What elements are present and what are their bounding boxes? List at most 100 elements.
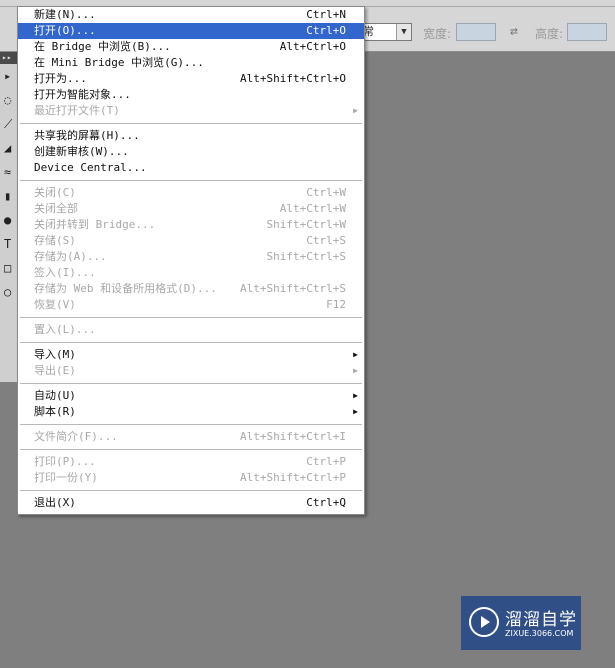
style-select[interactable]: 常 ▼ (360, 23, 412, 41)
menu-item: 导出(E) ▶ (18, 363, 364, 379)
tools-panel-header[interactable]: ▸▸ (0, 52, 17, 64)
menu-item-label: 打开为智能对象... (34, 88, 131, 101)
menu-item: 打印一份(Y) Alt+Shift+Ctrl+P (18, 470, 364, 486)
menu-item-shortcut: Ctrl+P (306, 455, 346, 468)
menu-item-label: 存储(S) (34, 234, 76, 247)
watermark-url: ZIXUE.3066.COM (505, 629, 574, 638)
menu-item: 打印(P)... Ctrl+P (18, 454, 364, 470)
menu-item-label: 创建新审核(W)... (34, 145, 129, 158)
menu-item[interactable]: 退出(X) Ctrl+Q (18, 495, 364, 511)
menu-item[interactable]: 在 Mini Bridge 中浏览(G)... (18, 55, 364, 71)
width-label: 宽度: (423, 27, 452, 41)
menu-item[interactable]: 新建(N)... Ctrl+N (18, 7, 364, 23)
menu-item-label: 打印(P)... (34, 455, 96, 468)
menu-item-label: 恢复(V) (34, 298, 76, 311)
menu-item-label: 关闭(C) (34, 186, 76, 199)
menu-item-shortcut: Alt+Shift+Ctrl+S (240, 282, 346, 295)
history-brush-icon[interactable]: ≈ (0, 160, 17, 184)
menu-item-shortcut: Alt+Shift+Ctrl+O (240, 72, 346, 85)
menu-item-label: 关闭全部 (34, 202, 78, 215)
shape-tool-icon[interactable]: □ (0, 256, 17, 280)
swap-icon[interactable]: ⇄ (510, 24, 518, 39)
menu-item-label: 脚本(R) (34, 405, 76, 418)
width-input[interactable] (456, 23, 496, 41)
menu-item-shortcut: Alt+Shift+Ctrl+I (240, 430, 346, 443)
menu-item-shortcut: Ctrl+O (306, 24, 346, 37)
menu-separator (18, 379, 364, 388)
menu-item[interactable]: 打开为智能对象... (18, 87, 364, 103)
menu-item: 最近打开文件(T) ▶ (18, 103, 364, 119)
menu-separator (18, 486, 364, 495)
zoom-tool-icon[interactable]: ○ (0, 280, 17, 304)
menu-item-label: 新建(N)... (34, 8, 96, 21)
type-tool-icon[interactable]: T (0, 232, 17, 256)
menu-item-label: 在 Bridge 中浏览(B)... (34, 40, 171, 53)
play-icon (469, 607, 499, 637)
menu-item-label: 自动(U) (34, 389, 76, 402)
submenu-arrow-icon: ▶ (353, 350, 358, 359)
menu-item-shortcut: Alt+Ctrl+O (279, 40, 346, 53)
menu-item-label: 共享我的屏幕(H)... (34, 129, 140, 142)
file-menu-dropdown: 新建(N)... Ctrl+N 打开(O)... Ctrl+O 在 Bridge 中浏览… (17, 6, 365, 515)
lasso-tool-icon[interactable]: ◌ (0, 88, 17, 112)
menu-item: 存储(S) Ctrl+S (18, 233, 364, 249)
menu-item-shortcut: Alt+Shift+Ctrl+P (240, 471, 346, 484)
menu-item-label: 文件简介(F)... (34, 430, 118, 443)
menu-item: 关闭(C) Ctrl+W (18, 185, 364, 201)
menu-item-shortcut: Ctrl+N (306, 8, 346, 21)
menu-item-shortcut: Shift+Ctrl+W (266, 218, 346, 231)
menu-item-label: 导入(M) (34, 348, 76, 361)
submenu-arrow-icon: ▶ (353, 391, 358, 400)
tools-panel: ▸▸ ▸ ◌ ⟋ ◢ ≈ ▮ ● T □ ○ (0, 52, 18, 382)
gradient-tool-icon[interactable]: ▮ (0, 184, 17, 208)
menu-item-label: 置入(L)... (34, 323, 96, 336)
move-tool-icon[interactable]: ▸ (0, 64, 17, 88)
menu-item-shortcut: Ctrl+S (306, 234, 346, 247)
submenu-arrow-icon: ▶ (353, 366, 358, 375)
menu-item[interactable]: 共享我的屏幕(H)... (18, 128, 364, 144)
menu-item[interactable]: Device Central... (18, 160, 364, 176)
menu-item: 存储为 Web 和设备所用格式(D)... Alt+Shift+Ctrl+S (18, 281, 364, 297)
menu-item-label: 退出(X) (34, 496, 76, 509)
menu-item[interactable]: 打开(O)... Ctrl+O (18, 23, 364, 39)
menu-item-label: 关闭并转到 Bridge... (34, 218, 156, 231)
menu-separator (18, 445, 364, 454)
menu-item-shortcut: F12 (326, 298, 346, 311)
menu-item: 关闭并转到 Bridge... Shift+Ctrl+W (18, 217, 364, 233)
menu-separator (18, 119, 364, 128)
submenu-arrow-icon: ▶ (353, 106, 358, 115)
submenu-arrow-icon: ▶ (353, 407, 358, 416)
menu-separator (18, 338, 364, 347)
menu-item: 置入(L)... (18, 322, 364, 338)
menu-item[interactable]: 脚本(R) ▶ (18, 404, 364, 420)
menu-separator (18, 420, 364, 429)
height-label: 高度: (535, 27, 564, 41)
menu-item-label: Device Central... (34, 161, 147, 174)
menu-item-label: 导出(E) (34, 364, 76, 377)
menu-item-label: 签入(I)... (34, 266, 96, 279)
menu-item[interactable]: 在 Bridge 中浏览(B)... Alt+Ctrl+O (18, 39, 364, 55)
menu-item-shortcut: Alt+Ctrl+W (279, 202, 346, 215)
menu-item: 恢复(V) F12 (18, 297, 364, 313)
menu-item: 关闭全部 Alt+Ctrl+W (18, 201, 364, 217)
menu-item[interactable]: 打开为... Alt+Shift+Ctrl+O (18, 71, 364, 87)
menu-item-shortcut: Shift+Ctrl+S (266, 250, 346, 263)
brush-tool-icon[interactable]: ◢ (0, 136, 17, 160)
height-input[interactable] (567, 23, 607, 41)
chevron-down-icon[interactable]: ▼ (396, 24, 411, 40)
menu-item: 文件简介(F)... Alt+Shift+Ctrl+I (18, 429, 364, 445)
menu-item-shortcut: Ctrl+Q (306, 496, 346, 509)
menu-item[interactable]: 创建新审核(W)... (18, 144, 364, 160)
dodge-tool-icon[interactable]: ● (0, 208, 17, 232)
menu-item-label: 最近打开文件(T) (34, 104, 120, 117)
menu-item-label: 打印一份(Y) (34, 471, 98, 484)
watermark-logo: 溜溜自学 ZIXUE.3066.COM (461, 596, 581, 650)
menu-item[interactable]: 自动(U) ▶ (18, 388, 364, 404)
menu-item: 签入(I)... (18, 265, 364, 281)
menu-item-label: 打开为... (34, 72, 87, 85)
menu-item[interactable]: 导入(M) ▶ (18, 347, 364, 363)
menu-separator (18, 176, 364, 185)
menu-separator (18, 313, 364, 322)
eyedropper-tool-icon[interactable]: ⟋ (0, 112, 17, 136)
watermark-name: 溜溜自学 (505, 610, 577, 630)
